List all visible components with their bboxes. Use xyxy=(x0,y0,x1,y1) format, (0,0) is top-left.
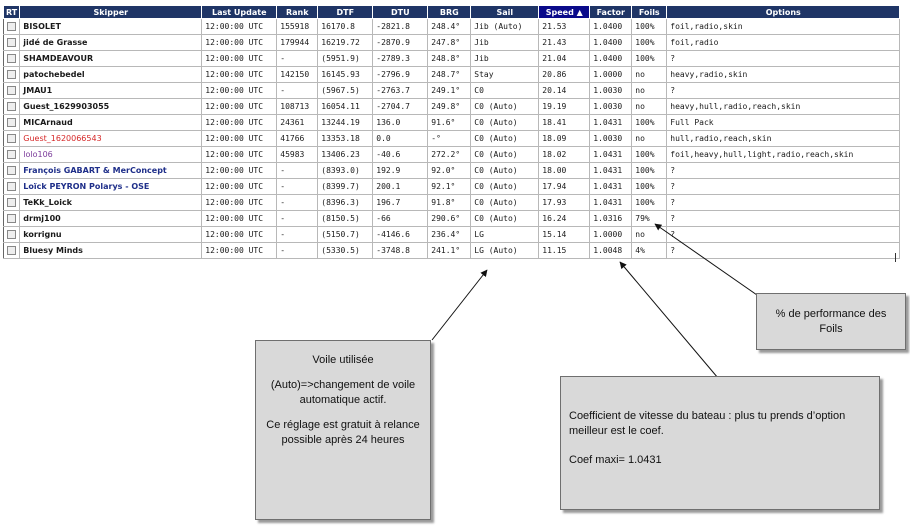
sail-callout-arrow xyxy=(431,269,488,341)
sail-callout-title: Voile utilisée xyxy=(312,354,374,366)
coef-callout: Coefficient de vitesse du bateau : plus … xyxy=(560,376,880,510)
foils-callout: % de performance des Foils xyxy=(756,293,906,350)
sail-callout-auto-text: (Auto)=>changement de voile automatique … xyxy=(270,379,416,406)
foils-callout-text: % de performance des Foils xyxy=(775,307,887,335)
sail-callout: Voile utilisée (Auto)=>changement de voi… xyxy=(255,340,431,520)
coef-callout-max: Coef maxi= 1.0431 xyxy=(569,454,662,466)
coef-callout-arrow xyxy=(619,261,719,379)
foils-callout-arrow xyxy=(654,223,758,296)
coef-callout-text: Coefficient de vitesse du bateau : plus … xyxy=(569,410,846,437)
sail-callout-free-text: Ce réglage est gratuit à relance possibl… xyxy=(266,419,420,446)
